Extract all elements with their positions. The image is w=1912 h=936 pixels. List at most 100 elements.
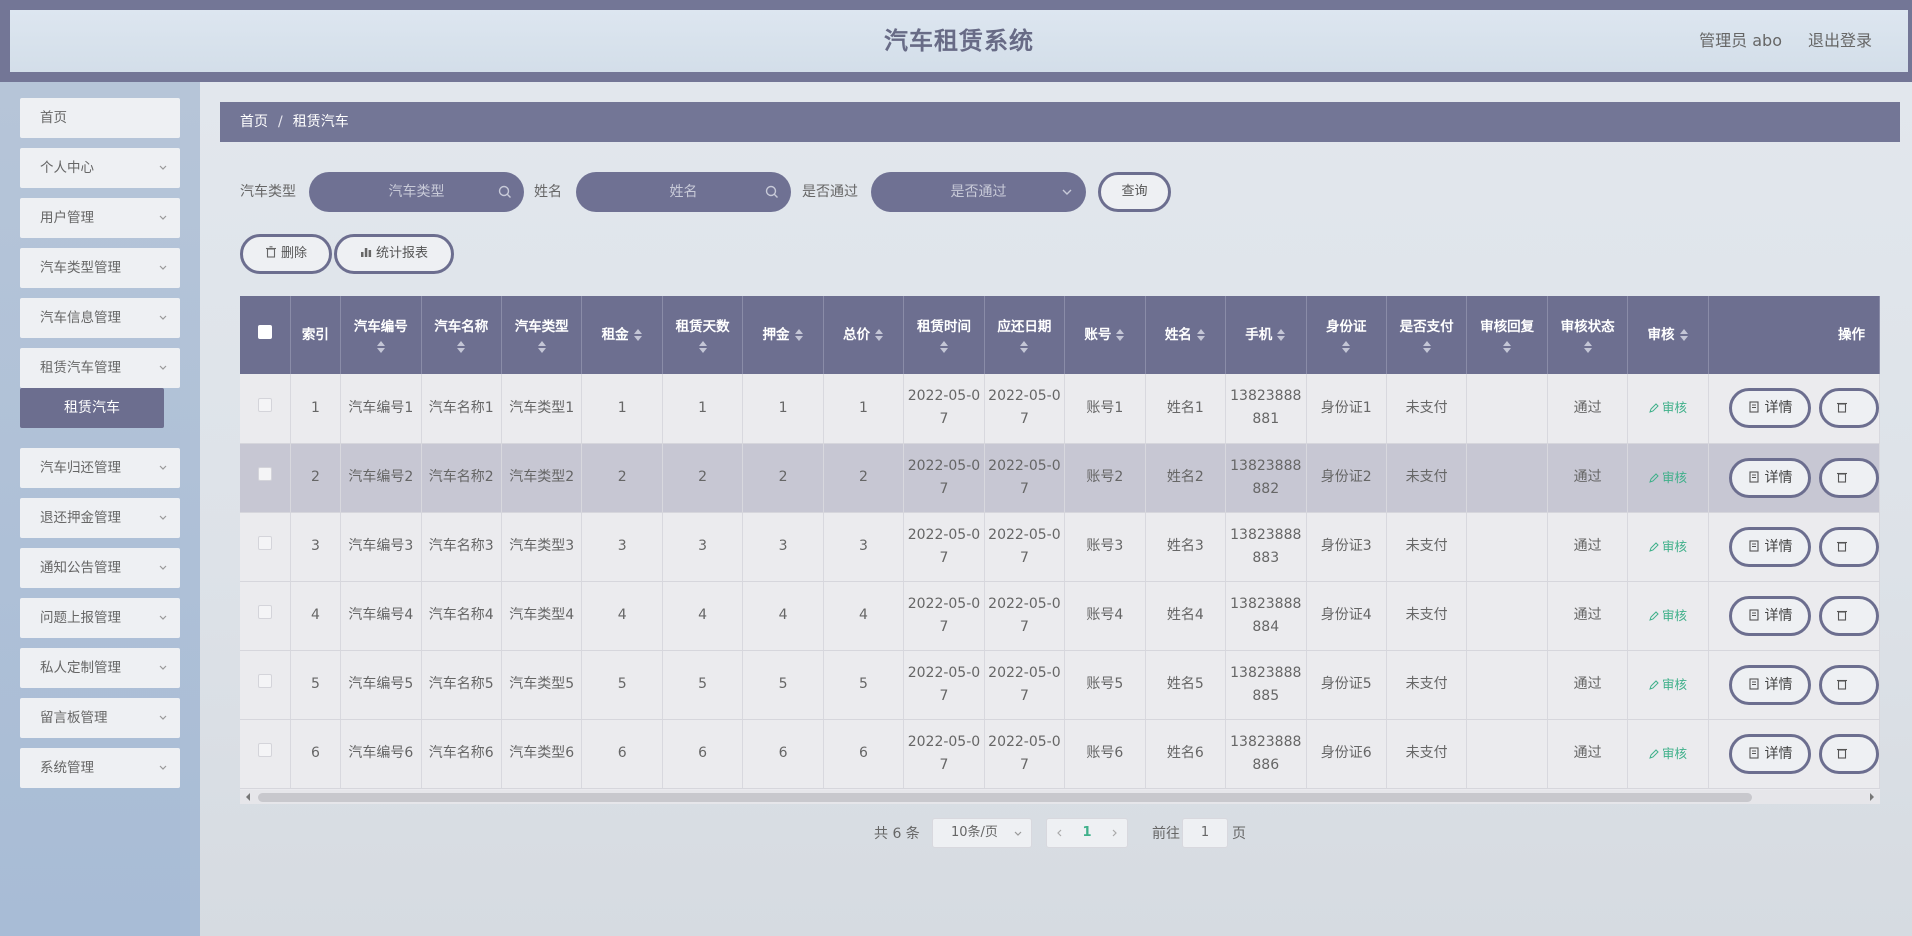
table-row[interactable]: 1 汽车编号1 汽车名称1 汽车类型1 1 1 1 1 2022-05-07 2022-05-07… <box>240 374 1880 444</box>
column-header: 总价 <box>823 296 905 374</box>
sort-icon[interactable] <box>874 328 884 342</box>
next-page-icon[interactable] <box>1109 828 1119 838</box>
scroll-left-icon[interactable] <box>244 792 252 802</box>
horizontal-scrollbar[interactable] <box>240 790 1880 804</box>
cell-value: 姓名4 <box>1166 607 1204 623</box>
cell-car-name: 汽车名称1 <box>421 374 502 444</box>
sidebar-item[interactable]: 租赁汽车管理 <box>20 348 180 388</box>
cell-value: 账号2 <box>1086 469 1124 485</box>
column-header-label: 审核 <box>1647 327 1675 343</box>
row-checkbox[interactable] <box>257 467 272 481</box>
chevron-down-icon <box>159 265 167 270</box>
goto-page-input[interactable]: 1 <box>1182 818 1228 848</box>
sidebar-item[interactable]: 问题上报管理 <box>20 598 180 638</box>
sort-icon[interactable] <box>1679 328 1689 342</box>
detail-button[interactable]: 详情 <box>1729 526 1811 567</box>
row-checkbox[interactable] <box>257 605 272 619</box>
sidebar-item[interactable]: 系统管理 <box>20 748 180 788</box>
row-checkbox[interactable] <box>257 743 272 757</box>
sidebar-item[interactable]: 首页 <box>20 98 180 138</box>
audit-link[interactable]: 审核 <box>1649 539 1687 554</box>
logout-link[interactable]: 退出登录 <box>1808 10 1872 72</box>
row-delete-button[interactable] <box>1819 595 1879 636</box>
audit-link[interactable]: 审核 <box>1649 400 1687 415</box>
cell-car-no: 汽车编号1 <box>340 374 422 444</box>
delete-button[interactable]: 删除 <box>240 234 332 274</box>
cell-rent: 1 <box>581 374 663 444</box>
row-delete-button[interactable] <box>1819 526 1879 567</box>
sidebar-item[interactable]: 私人定制管理 <box>20 648 180 688</box>
detail-button[interactable]: 详情 <box>1729 595 1811 636</box>
column-header-label: 审核回复 <box>1480 319 1535 335</box>
sort-icon[interactable] <box>456 340 466 354</box>
cell-value: 姓名5 <box>1166 676 1204 692</box>
query-button[interactable]: 查询 <box>1098 172 1171 212</box>
breadcrumb-home[interactable]: 首页 <box>240 114 268 130</box>
sort-icon[interactable] <box>633 328 643 342</box>
current-page[interactable]: 1 <box>1082 825 1091 840</box>
report-button[interactable]: 统计报表 <box>334 234 454 274</box>
audit-link[interactable]: 审核 <box>1649 746 1687 761</box>
name-input[interactable]: 姓名 <box>576 172 791 212</box>
table-row[interactable]: 6 汽车编号6 汽车名称6 汽车类型6 6 6 6 6 2022-05-07 2022-05-07… <box>240 719 1880 789</box>
row-delete-button[interactable] <box>1819 388 1879 429</box>
sort-icon[interactable] <box>537 340 547 354</box>
sort-icon[interactable] <box>1196 328 1206 342</box>
row-delete-button[interactable] <box>1819 733 1879 774</box>
detail-button[interactable]: 详情 <box>1729 457 1811 498</box>
column-header-label: 应还日期 <box>997 319 1052 335</box>
sort-icon[interactable] <box>1276 328 1286 342</box>
row-checkbox[interactable] <box>257 536 272 550</box>
car-type-input[interactable]: 汽车类型 <box>309 172 524 212</box>
scrollbar-thumb[interactable] <box>258 793 1752 802</box>
table-row[interactable]: 5 汽车编号5 汽车名称5 汽车类型5 5 5 5 5 2022-05-07 2022-05-07… <box>240 650 1880 720</box>
detail-button[interactable]: 详情 <box>1729 388 1811 429</box>
page-size-select[interactable]: 10条/页 <box>932 818 1032 848</box>
audit-link[interactable]: 审核 <box>1649 470 1687 485</box>
row-delete-button[interactable] <box>1819 664 1879 705</box>
cell-account: 账号4 <box>1064 581 1146 651</box>
cell-due-date: 2022-05-07 <box>984 719 1066 789</box>
chevron-down-icon <box>1062 189 1072 195</box>
sidebar-item[interactable]: 留言板管理 <box>20 698 180 738</box>
sort-icon[interactable] <box>1115 328 1125 342</box>
audit-link[interactable]: 审核 <box>1649 608 1687 623</box>
sidebar-item-label: 系统管理 <box>40 760 94 776</box>
audit-link[interactable]: 审核 <box>1649 677 1687 692</box>
sort-icon[interactable] <box>698 340 708 354</box>
select-all-checkbox[interactable] <box>257 325 272 339</box>
detail-button[interactable]: 详情 <box>1729 733 1811 774</box>
row-checkbox[interactable] <box>257 397 272 412</box>
sidebar-item[interactable]: 汽车归还管理 <box>20 448 180 488</box>
sort-icon[interactable] <box>1341 340 1351 354</box>
scroll-right-icon[interactable] <box>1868 792 1876 802</box>
approved-select[interactable]: 是否通过 <box>871 172 1086 212</box>
table-row[interactable]: 3 汽车编号3 汽车名称3 汽车类型3 3 3 3 3 2022-05-07 2022-05-07… <box>240 512 1880 582</box>
sidebar-item[interactable]: 汽车信息管理 <box>20 298 180 338</box>
cell-value: 姓名2 <box>1166 469 1204 485</box>
sidebar-item[interactable]: 通知公告管理 <box>20 548 180 588</box>
sort-icon[interactable] <box>1019 340 1029 354</box>
sidebar-item[interactable]: 用户管理 <box>20 198 180 238</box>
sort-icon[interactable] <box>794 328 804 342</box>
cell-value: 2 <box>698 469 708 485</box>
trash-icon <box>265 246 276 258</box>
sort-icon[interactable] <box>1422 340 1432 354</box>
sort-icon[interactable] <box>939 340 949 354</box>
sidebar-item[interactable]: 汽车类型管理 <box>20 248 180 288</box>
sort-icon[interactable] <box>1502 340 1512 354</box>
row-select-cell <box>240 512 291 582</box>
sidebar-subitem-rent-car[interactable]: 租赁汽车 <box>20 388 164 428</box>
row-delete-button[interactable] <box>1819 457 1879 498</box>
prev-page-icon[interactable] <box>1055 828 1065 838</box>
table-row[interactable]: 4 汽车编号4 汽车名称4 汽车类型4 4 4 4 4 2022-05-07 2022-05-07… <box>240 581 1880 651</box>
cell-id-card: 身份证2 <box>1306 443 1387 513</box>
detail-button[interactable]: 详情 <box>1729 664 1811 705</box>
sort-icon[interactable] <box>1583 340 1593 354</box>
sort-icon[interactable] <box>376 340 386 354</box>
table-row[interactable]: 2 汽车编号2 汽车名称2 汽车类型2 2 2 2 2 2022-05-07 2022-05-07… <box>240 443 1880 513</box>
cell-value: 通过 <box>1573 399 1602 416</box>
sidebar-item[interactable]: 退还押金管理 <box>20 498 180 538</box>
sidebar-item[interactable]: 个人中心 <box>20 148 180 188</box>
row-checkbox[interactable] <box>257 674 272 688</box>
